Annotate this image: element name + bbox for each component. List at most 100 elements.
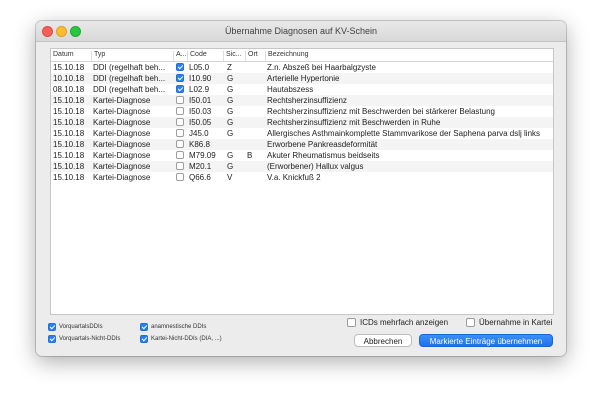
cell-bez: Erworbene Pankreasdeformität [267, 140, 378, 149]
row-accept-checkbox[interactable] [176, 118, 184, 126]
filter-vorquartals-nicht-ddis[interactable]: Vorquartals-Nicht-DDIs [48, 335, 138, 345]
row-accept-checkbox[interactable] [176, 173, 184, 181]
icd-multiple-option[interactable]: ICDs mehrfach anzeigen [347, 318, 457, 330]
column-header-ort[interactable]: Ort [245, 51, 265, 61]
cell-typ: Kartei-Diagnose [93, 96, 151, 105]
cell-code: L02.9 [189, 85, 210, 94]
cell-bez: Rechtsherzinsuffizienz mit Beschwerden b… [267, 107, 495, 116]
filter-vorquartals-ddis[interactable]: VorquartalsDDIs [48, 323, 138, 333]
cell-sic: G [227, 118, 234, 127]
cell-code: I50.05 [189, 118, 212, 127]
cell-ort: B [247, 151, 253, 160]
table-row[interactable]: 15.10.18 Kartei-Diagnose I50.03 G Rechtsherz… [51, 106, 553, 117]
table-header: Datum Typ A... Code Sic... Ort Bezeichnu… [51, 49, 553, 62]
filter-vorquartals-ddis-label: VorquartalsDDIs [59, 324, 103, 330]
filter-anamnestische-ddis-checkbox[interactable] [140, 323, 148, 331]
cell-typ: Kartei-Diagnose [93, 140, 151, 149]
cell-code: I50.03 [189, 107, 212, 116]
cell-sic: Z [227, 63, 232, 72]
cell-code: M79.09 [189, 151, 216, 160]
cell-datum: 15.10.18 [53, 63, 85, 72]
diagnoses-table: Datum Typ A... Code Sic... Ort Bezeichnu… [50, 48, 554, 315]
table-row[interactable]: 15.10.18 Kartei-Diagnose M20.1 G (Erworbener… [51, 161, 553, 172]
cell-code: M20.1 [189, 162, 212, 171]
table-row[interactable]: 15.10.18 Kartei-Diagnose Q66.6 V V.a. Knickf… [51, 172, 553, 183]
cell-datum: 15.10.18 [53, 173, 85, 182]
cell-datum: 15.10.18 [53, 107, 85, 116]
column-header-typ[interactable]: Typ [91, 51, 173, 61]
cell-datum: 15.10.18 [53, 96, 85, 105]
cell-typ: DDI (regelhaft beh... [93, 63, 166, 72]
take-into-kartei-option[interactable]: Übernahme in Kartei [466, 318, 561, 330]
cell-sic: G [227, 74, 234, 83]
row-accept-checkbox[interactable] [176, 85, 184, 93]
cell-typ: Kartei-Diagnose [93, 151, 151, 160]
icd-multiple-label: ICDs mehrfach anzeigen [360, 318, 449, 327]
column-header-bezeichnung[interactable]: Bezeichnung [265, 51, 553, 61]
filter-kartei-nicht-ddis[interactable]: Kartei-Nicht-DDIs (DIA, ...) [140, 335, 250, 345]
cell-datum: 15.10.18 [53, 129, 85, 138]
cell-bez: Z.n. Abszeß bei Haarbalgzyste [267, 63, 376, 72]
cell-typ: Kartei-Diagnose [93, 129, 151, 138]
cell-datum: 15.10.18 [53, 140, 85, 149]
table-row[interactable]: 10.10.18 DDI (regelhaft beh... I10.90 G Arte… [51, 73, 553, 84]
cell-sic: G [227, 85, 234, 94]
cell-sic: G [227, 129, 234, 138]
row-accept-checkbox[interactable] [176, 151, 184, 159]
cell-code: I10.90 [189, 74, 212, 83]
table-row[interactable]: 15.10.18 Kartei-Diagnose M79.09 G B Akuter Rh… [51, 150, 553, 161]
cell-code: Q66.6 [189, 173, 211, 182]
column-header-sicherheit[interactable]: Sic... [223, 51, 245, 61]
row-accept-checkbox[interactable] [176, 107, 184, 115]
cell-bez: Arterielle Hypertonie [267, 74, 340, 83]
table-row[interactable]: 08.10.18 DDI (regelhaft beh... L02.9 G Hauta… [51, 84, 553, 95]
cell-typ: Kartei-Diagnose [93, 173, 151, 182]
take-into-kartei-checkbox[interactable] [466, 318, 475, 327]
cell-code: J45.0 [189, 129, 209, 138]
filter-vorquartals-nicht-ddis-checkbox[interactable] [48, 335, 56, 343]
row-accept-checkbox[interactable] [176, 63, 184, 71]
dialog-window: Übernahme Diagnosen auf KV-Schein Datum … [36, 21, 566, 356]
cell-code: L05.0 [189, 63, 210, 72]
cell-sic: G [227, 151, 234, 160]
cell-sic: V [227, 173, 233, 182]
table-row[interactable]: 15.10.18 Kartei-Diagnose I50.01 G Rechtsherz… [51, 95, 553, 106]
icd-multiple-checkbox[interactable] [347, 318, 356, 327]
cell-sic: G [227, 107, 234, 116]
cell-datum: 15.10.18 [53, 151, 85, 160]
row-accept-checkbox[interactable] [176, 129, 184, 137]
cell-bez: V.a. Knickfuß 2 [267, 173, 321, 182]
title-bar: Übernahme Diagnosen auf KV-Schein [36, 21, 566, 42]
table-row[interactable]: 15.10.18 DDI (regelhaft beh... L05.0 Z Z.n. … [51, 62, 553, 73]
filter-kartei-nicht-ddis-checkbox[interactable] [140, 335, 148, 343]
column-header-datum[interactable]: Datum [51, 51, 91, 61]
cell-bez: (Erworbener) Hallux valgus [267, 162, 364, 171]
cell-datum: 15.10.18 [53, 162, 85, 171]
column-header-a[interactable]: A... [173, 51, 187, 61]
table-row[interactable]: 15.10.18 Kartei-Diagnose J45.0 G Allergische… [51, 128, 553, 139]
apply-selected-button[interactable]: Markierte Einträge übernehmen [419, 334, 553, 347]
cell-bez: Akuter Rheumatismus beidseits [267, 151, 380, 160]
cell-bez: Rechtsherzinsuffizienz mit Beschwerden i… [267, 118, 441, 127]
cancel-button[interactable]: Abbrechen [354, 334, 412, 347]
cell-datum: 15.10.18 [53, 118, 85, 127]
filter-anamnestische-ddis[interactable]: anamnestische DDIs [140, 323, 250, 333]
cell-typ: Kartei-Diagnose [93, 118, 151, 127]
filter-vorquartals-nicht-ddis-label: Vorquartals-Nicht-DDIs [59, 336, 121, 342]
cell-bez: Allergisches Asthmainkomplette Stammvari… [267, 129, 541, 138]
filter-vorquartals-ddis-checkbox[interactable] [48, 323, 56, 331]
table-row[interactable]: 15.10.18 Kartei-Diagnose I50.05 G Rechtsherz… [51, 117, 553, 128]
row-accept-checkbox[interactable] [176, 74, 184, 82]
row-accept-checkbox[interactable] [176, 140, 184, 148]
row-accept-checkbox[interactable] [176, 96, 184, 104]
column-header-code[interactable]: Code [187, 51, 223, 61]
cell-typ: DDI (regelhaft beh... [93, 74, 166, 83]
cell-datum: 08.10.18 [53, 85, 85, 94]
cell-bez: Rechtsherzinsuffizienz [267, 96, 347, 105]
filter-kartei-nicht-ddis-label: Kartei-Nicht-DDIs (DIA, ...) [151, 336, 222, 342]
cell-sic: G [227, 162, 234, 171]
table-row[interactable]: 15.10.18 Kartei-Diagnose K86.8 Erworbene Pa… [51, 139, 553, 150]
row-accept-checkbox[interactable] [176, 162, 184, 170]
window-title: Übernahme Diagnosen auf KV-Schein [224, 26, 378, 36]
cell-code: K86.8 [189, 140, 210, 149]
